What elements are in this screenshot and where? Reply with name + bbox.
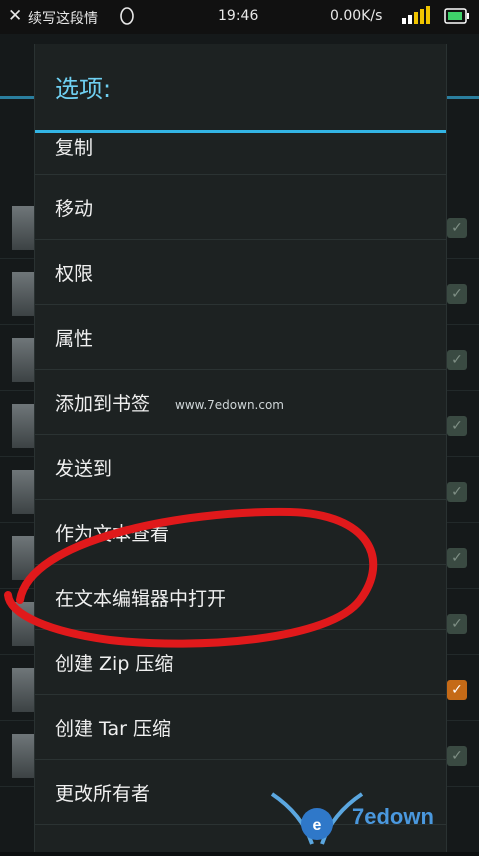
menu-item-permissions[interactable]: 权限	[35, 240, 446, 305]
options-dialog: 选项: 复制 移动 权限 属性 添加到书签 发送到 作为文本查看 在文本编辑器中…	[34, 44, 447, 852]
menu-item-create-zip[interactable]: 创建 Zip 压缩	[35, 630, 446, 695]
notification-text: 续写这段情	[28, 11, 98, 27]
watermark: www.7edown.com	[175, 398, 284, 412]
svg-text:e: e	[313, 817, 322, 834]
menu-item-move[interactable]: 移动	[35, 175, 446, 240]
logo-text: 7edown	[352, 804, 434, 829]
status-bar: ✕ 续写这段情 19:46 0.00K/s	[0, 0, 479, 34]
network-speed: 0.00K/s	[330, 8, 383, 24]
menu-item-create-tar[interactable]: 创建 Tar 压缩	[35, 695, 446, 760]
menu-item-view-as-text[interactable]: 作为文本查看	[35, 500, 446, 565]
qq-icon	[118, 6, 136, 30]
signal-icon	[402, 6, 438, 30]
battery-icon	[444, 8, 470, 28]
site-logo: e 7edown	[262, 774, 479, 852]
menu-item-copy[interactable]: 复制	[35, 133, 446, 175]
close-icon[interactable]: ✕	[8, 6, 22, 26]
dialog-title: 选项:	[35, 44, 446, 133]
menu-item-send-to[interactable]: 发送到	[35, 435, 446, 500]
clock: 19:46	[218, 8, 259, 24]
menu-item-properties[interactable]: 属性	[35, 305, 446, 370]
menu-item-open-in-text-editor[interactable]: 在文本编辑器中打开	[35, 565, 446, 630]
